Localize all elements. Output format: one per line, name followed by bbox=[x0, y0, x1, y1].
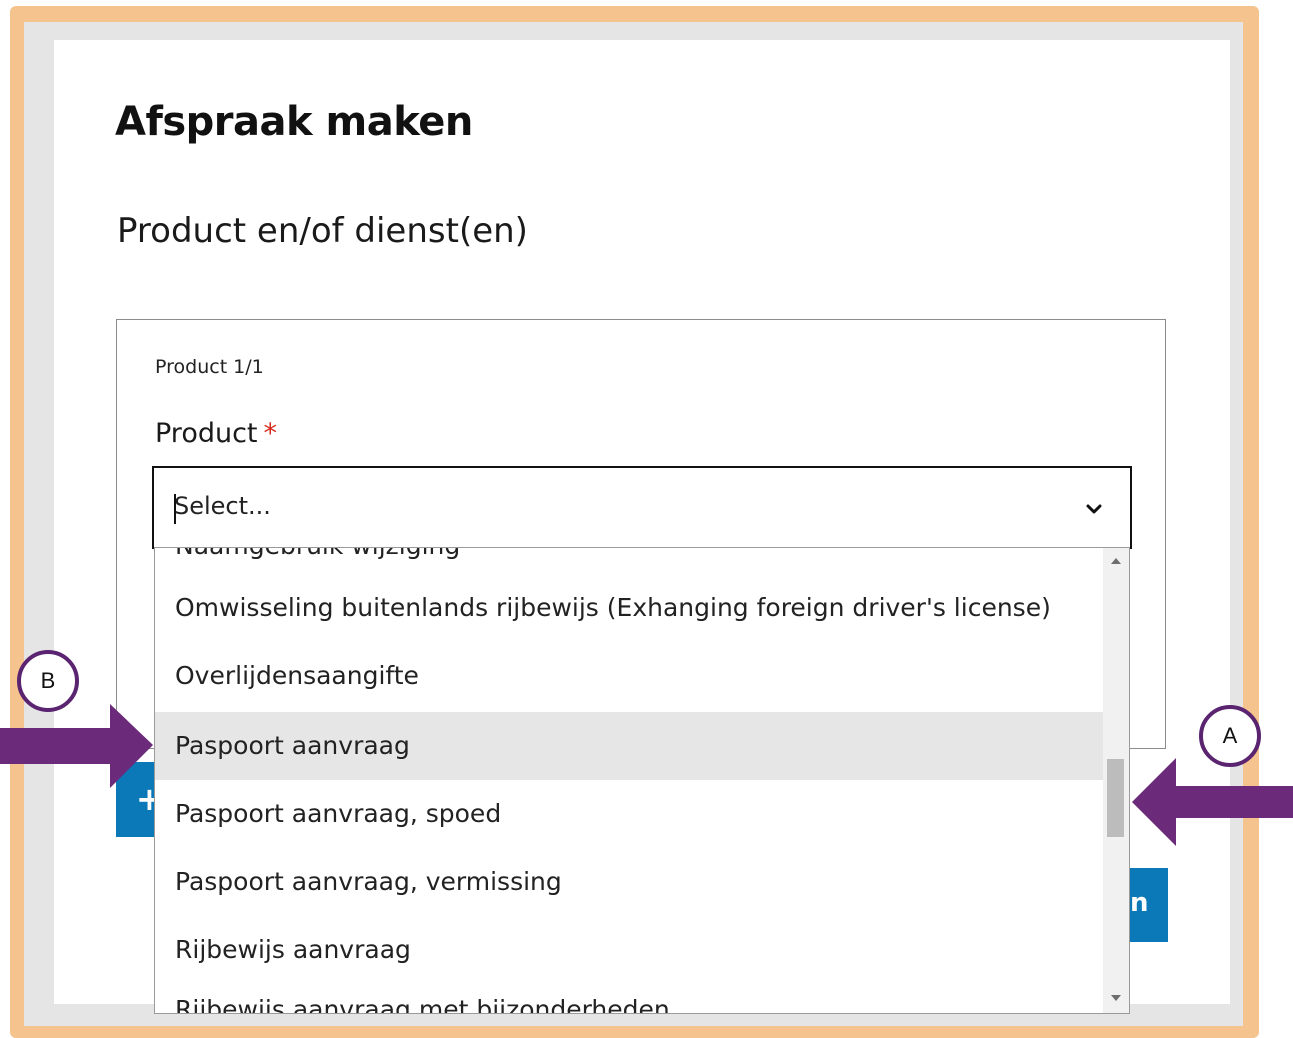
annotation-arrow-b-icon bbox=[0, 704, 153, 788]
text-cursor bbox=[174, 494, 176, 524]
annotation-arrow-a-icon bbox=[1132, 758, 1293, 846]
dropdown-option-partial[interactable]: Naamgebruik wijziging bbox=[175, 548, 460, 560]
dropdown-option[interactable]: Rijbewijs aanvraag bbox=[155, 916, 1103, 984]
annotation-callout-b: B bbox=[17, 650, 79, 712]
dropdown-option-partial[interactable]: Rijbewijs aanvraag met bijzonderheden bbox=[175, 995, 670, 1013]
dropdown-option[interactable]: Omwisseling buitenlands rijbewijs (Exhan… bbox=[155, 574, 1103, 642]
product-counter: Product 1/1 bbox=[155, 356, 264, 378]
scroll-down-arrow-icon[interactable] bbox=[1111, 995, 1121, 1001]
dropdown-option[interactable]: Overlijdensaangifte bbox=[155, 642, 1103, 710]
scrollbar-thumb[interactable] bbox=[1107, 759, 1124, 837]
product-select[interactable] bbox=[152, 466, 1132, 549]
dropdown-option[interactable]: Paspoort aanvraag, vermissing bbox=[155, 848, 1103, 916]
dropdown-option-highlighted[interactable]: Paspoort aanvraag bbox=[155, 712, 1103, 780]
product-label-text: Product bbox=[155, 418, 258, 449]
scroll-up-arrow-icon[interactable] bbox=[1111, 558, 1121, 564]
product-select-value[interactable]: Select... bbox=[174, 492, 271, 520]
product-field-label: Product * bbox=[155, 418, 277, 449]
page-title: Afspraak maken bbox=[115, 99, 473, 145]
dropdown-options: Naamgebruik wijziging Omwisseling buiten… bbox=[155, 548, 1103, 1013]
chevron-down-icon[interactable] bbox=[1083, 498, 1105, 520]
section-title: Product en/of dienst(en) bbox=[117, 211, 528, 251]
annotation-callout-a: A bbox=[1199, 705, 1261, 767]
dropdown-option[interactable]: Paspoort aanvraag, spoed bbox=[155, 780, 1103, 848]
product-dropdown-list[interactable]: Naamgebruik wijziging Omwisseling buiten… bbox=[154, 547, 1130, 1014]
required-marker: * bbox=[263, 418, 278, 449]
